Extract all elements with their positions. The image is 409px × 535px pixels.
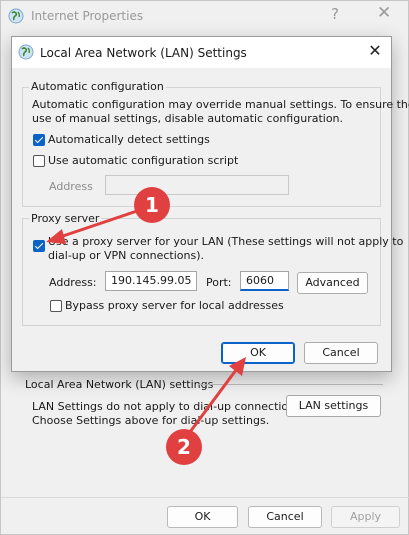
arrow-2-shaft (188, 369, 238, 433)
arrow-1-head (46, 229, 66, 244)
arrow-1-shaft (59, 208, 141, 239)
step-2-badge: 2 (166, 429, 202, 465)
annotation-arrows (46, 208, 246, 433)
arrow-2-head (229, 357, 246, 376)
step-1-badge: 1 (134, 187, 170, 223)
